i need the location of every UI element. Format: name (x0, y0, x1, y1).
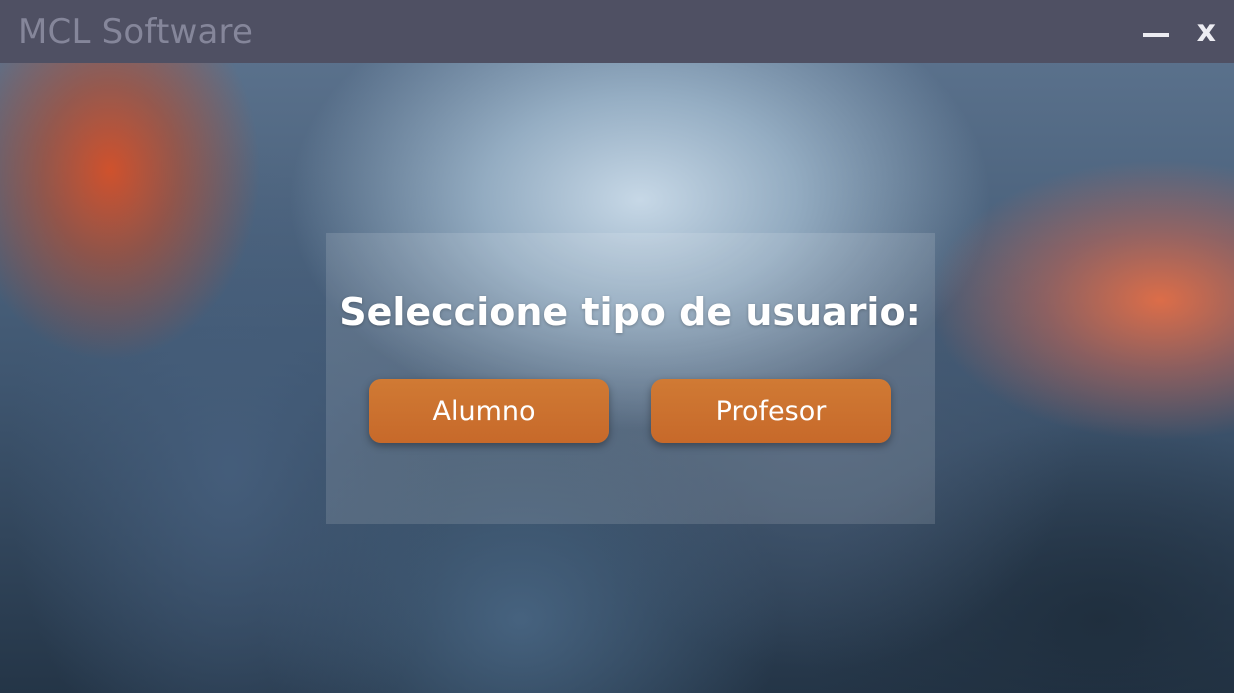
window-title: MCL Software (18, 11, 254, 52)
minimize-icon (1142, 32, 1169, 37)
user-type-heading: Seleccione tipo de usuario: (339, 290, 921, 334)
close-button[interactable]: x (1197, 16, 1216, 47)
title-bar[interactable]: MCL Software x (0, 0, 1234, 63)
window-controls: x (1142, 16, 1216, 47)
student-button[interactable]: Alumno (369, 379, 609, 443)
minimize-button[interactable] (1142, 17, 1169, 47)
app-window: MCL Software x Seleccione tipo de usuari… (0, 0, 1234, 693)
teacher-button[interactable]: Profesor (651, 379, 891, 443)
